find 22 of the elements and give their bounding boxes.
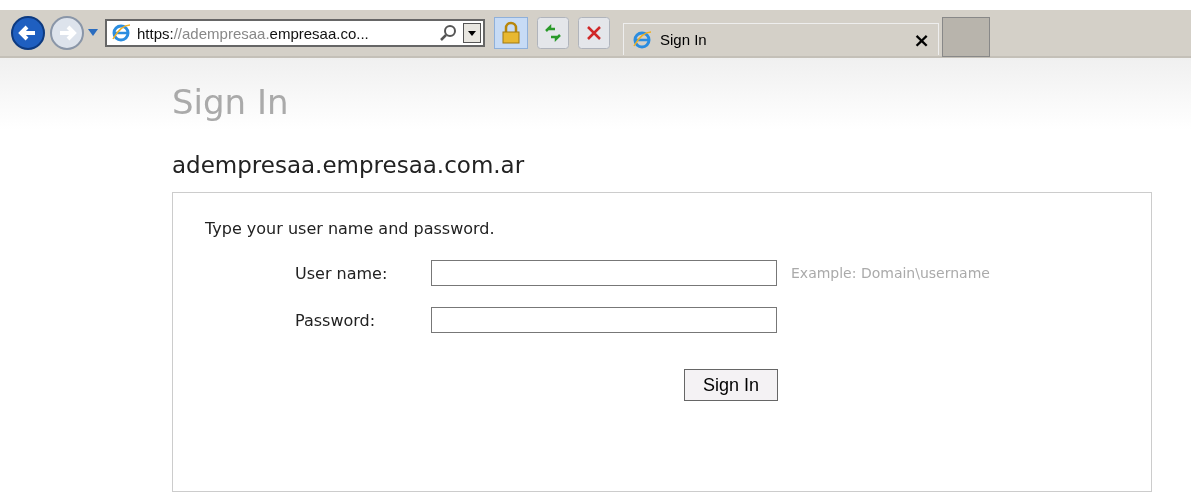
dropdown-icon[interactable]: [463, 23, 481, 43]
domain-heading: adempresaa.empresaa.com.ar: [172, 152, 526, 178]
search-icon[interactable]: [439, 24, 457, 42]
field-label: User name:: [295, 263, 389, 283]
input-field[interactable]: [431, 307, 777, 333]
address-bar[interactable]: https://adempresaa.empresaa.co...: [105, 19, 485, 47]
tab-close-button[interactable]: ×: [913, 27, 930, 52]
close-icon[interactable]: [578, 17, 610, 49]
back-icon[interactable]: [10, 15, 46, 51]
page-title: Sign In: [172, 81, 290, 122]
refresh-icon[interactable]: [537, 17, 569, 49]
tab-title: Sign In: [660, 31, 708, 48]
hint-text: Example: Domain\username: [791, 265, 990, 281]
browser-tab[interactable]: Sign In ×: [623, 23, 939, 55]
browser-logo-icon: [111, 23, 131, 43]
sign-in-button[interactable]: Sign In: [684, 369, 778, 401]
field-label: Password:: [295, 310, 377, 330]
lock-icon[interactable]: [494, 17, 528, 49]
instructions-text: Type your user name and password.: [205, 219, 496, 238]
input-field[interactable]: [431, 260, 777, 286]
url-text[interactable]: https://adempresaa.empresaa.co...: [137, 24, 433, 42]
browser-logo-icon: [632, 29, 652, 50]
